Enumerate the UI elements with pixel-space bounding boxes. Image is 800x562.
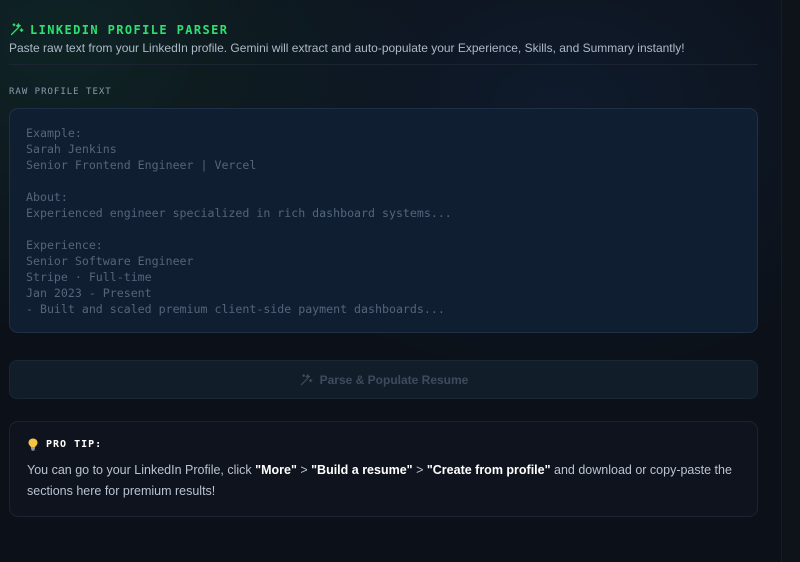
tip-step-create-from-profile: "Create from profile" — [426, 463, 551, 477]
pro-tip-card: PRO TIP: You can go to your LinkedIn Pro… — [9, 421, 758, 517]
parse-populate-button[interactable]: Parse & Populate Resume — [9, 360, 758, 399]
tip-step-build-resume: "Build a resume" — [311, 463, 413, 477]
tip-separator: > — [296, 463, 312, 477]
panel-header: LINKEDIN PROFILE PARSER — [9, 22, 228, 37]
parse-button-label: Parse & Populate Resume — [319, 372, 469, 387]
sparkles-icon — [9, 22, 24, 37]
sparkles-icon — [299, 373, 313, 387]
raw-profile-textarea[interactable] — [9, 108, 758, 333]
tip-step-more: "More" — [255, 463, 297, 477]
tip-text-prefix: You can go to your LinkedIn Profile, cli… — [27, 463, 256, 477]
pro-tip-header: PRO TIP: — [27, 438, 102, 451]
pro-tip-title: PRO TIP: — [46, 439, 103, 450]
tip-separator: > — [412, 463, 427, 477]
raw-profile-label: RAW PROFILE TEXT — [9, 87, 112, 97]
pro-tip-text: You can go to your LinkedIn Profile, cli… — [27, 460, 742, 501]
page-title: LINKEDIN PROFILE PARSER — [30, 22, 229, 37]
scrollbar[interactable] — [781, 0, 800, 562]
lightbulb-icon — [27, 438, 39, 451]
page-subtitle: Paste raw text from your LinkedIn profil… — [9, 41, 685, 55]
header-divider — [9, 64, 758, 65]
